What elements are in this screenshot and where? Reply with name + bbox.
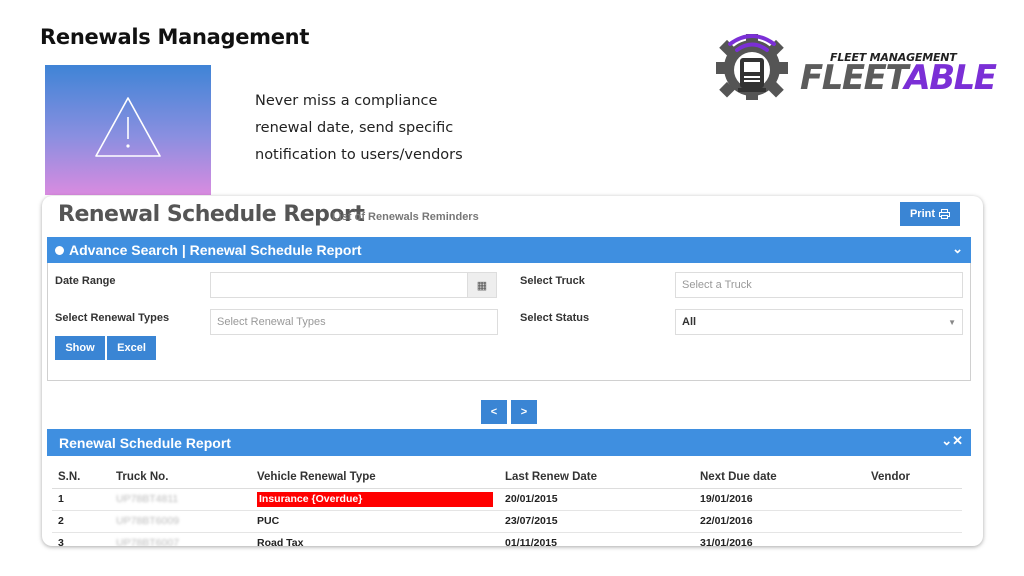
column-header[interactable]: Next Due date <box>694 466 865 489</box>
table-row[interactable]: 3 UP78BT6007 Road Tax 01/11/2015 31/01/2… <box>52 532 962 546</box>
excel-button[interactable]: Excel <box>107 336 156 360</box>
table-row[interactable]: 1 UP78BT4811 Insurance {Overdue} 20/01/2… <box>52 488 962 511</box>
cell-sn: 1 <box>52 488 110 511</box>
cell-next-date: 31/01/2016 <box>694 532 865 546</box>
logo-word-a: FLEET <box>800 58 906 98</box>
cell-truck: UP78BT6007 <box>110 532 251 546</box>
date-range-label: Date Range <box>55 275 116 287</box>
cell-vendor <box>865 488 962 511</box>
table-panel-header: Renewal Schedule Report ⌄✕ <box>47 429 971 456</box>
truck-icon <box>738 58 766 92</box>
date-range-input[interactable] <box>210 272 468 298</box>
report-title: Renewal Schedule Report <box>58 202 365 227</box>
column-header[interactable]: Last Renew Date <box>499 466 694 489</box>
dropdown-arrow-icon: ▼ <box>948 317 956 327</box>
slide-title: Renewals Management <box>40 25 310 49</box>
print-label: Print <box>909 208 936 220</box>
truck-number: UP78BT4811 <box>116 493 179 505</box>
logo-wordmark: FLEETABLE <box>800 58 997 98</box>
column-header[interactable]: Vehicle Renewal Type <box>251 466 499 489</box>
renewal-table: S.N. Truck No. Vehicle Renewal Type Last… <box>52 466 962 546</box>
cell-truck: UP78BT4811 <box>110 488 251 511</box>
cell-sn: 3 <box>52 532 110 546</box>
table-row[interactable]: 2 UP78BT6009 PUC 23/07/2015 22/01/2016 <box>52 510 962 533</box>
next-page-button[interactable]: > <box>511 400 537 424</box>
column-header[interactable]: S.N. <box>52 466 110 489</box>
report-subtitle: List of Renewals Reminders <box>332 211 479 223</box>
cell-sn: 2 <box>52 510 110 533</box>
cell-type: PUC <box>251 510 499 533</box>
table-header-row: S.N. Truck No. Vehicle Renewal Type Last… <box>52 466 962 489</box>
hero-image <box>45 65 211 195</box>
cell-vendor <box>865 510 962 533</box>
cell-last-date: 23/07/2015 <box>499 510 694 533</box>
show-button[interactable]: Show <box>55 336 105 360</box>
status-value: All <box>682 316 697 328</box>
feature-description: Never miss a compliance renewal date, se… <box>255 88 485 169</box>
advance-search-title: Advance Search | Renewal Schedule Report <box>69 242 362 258</box>
prev-page-button[interactable]: < <box>481 400 507 424</box>
logo-word-b: ABLE <box>904 58 997 98</box>
cell-next-date: 22/01/2016 <box>694 510 865 533</box>
chevron-down-icon[interactable]: ⌄ <box>952 241 963 257</box>
report-screenshot: Renewal Schedule Report List of Renewals… <box>42 196 983 546</box>
cell-type: Insurance {Overdue} <box>251 488 499 511</box>
chevron-close-icons[interactable]: ⌄✕ <box>941 433 963 449</box>
truck-number: UP78BT6007 <box>116 537 180 546</box>
truck-number: UP78BT6009 <box>116 515 180 527</box>
blurb-line: Never miss a compliance <box>255 93 438 109</box>
overdue-badge: Insurance {Overdue} <box>257 491 493 507</box>
cell-type: Road Tax <box>251 532 499 546</box>
cell-next-date: 19/01/2016 <box>694 488 865 511</box>
renewal-types-select[interactable]: Select Renewal Types <box>210 309 498 335</box>
blurb-line: notification to users/vendors <box>255 147 463 163</box>
print-button[interactable]: Print <box>900 202 960 226</box>
cell-vendor <box>865 532 962 546</box>
calendar-icon[interactable]: ▦ <box>467 272 497 298</box>
printer-icon <box>939 209 951 219</box>
cell-last-date: 01/11/2015 <box>499 532 694 546</box>
renewal-types-label: Select Renewal Types <box>55 312 170 324</box>
select-truck-label: Select Truck <box>520 275 585 287</box>
column-header[interactable]: Truck No. <box>110 466 251 489</box>
column-header[interactable]: Vendor <box>865 466 962 489</box>
truck-select[interactable]: Select a Truck <box>675 272 963 298</box>
collapse-circle-icon <box>55 245 64 255</box>
blurb-line: renewal date, send specific <box>255 120 454 136</box>
advance-search-header[interactable]: Advance Search | Renewal Schedule Report… <box>47 237 971 263</box>
cell-last-date: 20/01/2015 <box>499 488 694 511</box>
select-status-label: Select Status <box>520 312 590 324</box>
status-select[interactable]: All ▼ <box>675 309 963 335</box>
warning-triangle-icon <box>95 97 161 157</box>
cell-truck: UP78BT6009 <box>110 510 251 533</box>
table-panel-title: Renewal Schedule Report <box>59 434 231 451</box>
